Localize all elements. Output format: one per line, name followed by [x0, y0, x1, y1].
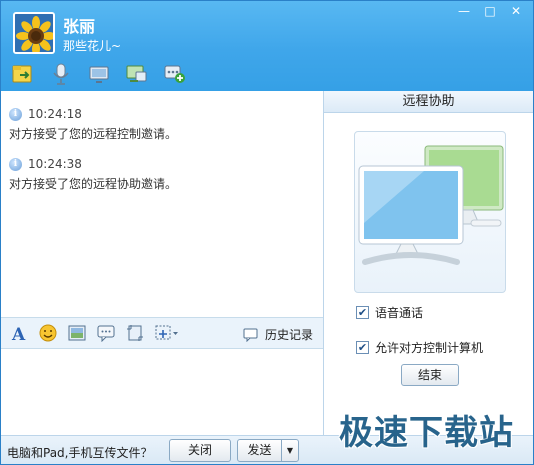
format-toolbar: A 历史记录 — [1, 317, 323, 349]
send-button[interactable]: 发送 — [238, 440, 282, 461]
avatar[interactable] — [13, 12, 55, 54]
info-icon: i — [9, 107, 22, 121]
message-item: i 10:24:38 对方接受了您的远程协助邀请。 — [9, 157, 177, 192]
window-controls: — □ ✕ — [453, 3, 527, 19]
contact-signature: 那些花儿~ — [63, 39, 122, 53]
more-apps-icon[interactable] — [163, 63, 187, 85]
remote-desktop-icon[interactable] — [125, 63, 149, 85]
message-text: 对方接受了您的远程控制邀请。 — [9, 127, 178, 141]
remote-computers-illustration — [354, 131, 506, 293]
voice-call-label: 语音通话 — [375, 306, 424, 320]
file-transfer-promo-link[interactable]: 电脑和Pad,手机互传文件？ — [7, 444, 152, 461]
message-history[interactable]: i 10:24:18 对方接受了您的远程控制邀请。 i 10:24:38 对方接… — [1, 91, 323, 317]
voice-call-check-icon: ✔ — [356, 306, 369, 319]
allow-control-label: 允许对方控制计算机 — [375, 341, 484, 355]
format-icons: A — [9, 323, 180, 343]
font-icon[interactable]: A — [9, 323, 29, 343]
history-label: 历史记录 — [264, 328, 313, 342]
chat-toolbar — [11, 63, 187, 85]
chat-bubble-icon[interactable] — [96, 323, 116, 343]
end-remote-button[interactable]: 结束 — [401, 364, 459, 386]
message-item: i 10:24:18 对方接受了您的远程控制邀请。 — [9, 107, 177, 142]
history-icon — [243, 328, 258, 342]
chat-window: 张丽 那些花儿~ — □ ✕ i 10:24:18 对方接受了您的远程控制邀请。… — [0, 0, 534, 465]
voice-call-checkbox[interactable]: ✔ 语音通话 — [356, 304, 423, 321]
watermark: 极速下载站 — [339, 413, 514, 453]
info-icon: i — [9, 157, 22, 171]
voice-call-icon[interactable] — [49, 63, 73, 85]
image-icon[interactable] — [67, 323, 87, 343]
video-call-icon[interactable] — [87, 63, 111, 85]
close-button[interactable]: 关闭 — [169, 439, 231, 462]
screen-capture-menu-icon[interactable] — [154, 323, 180, 343]
allow-control-check-icon: ✔ — [356, 341, 369, 354]
screenshot-icon[interactable] — [125, 323, 145, 343]
close-window-button[interactable]: ✕ — [505, 3, 527, 19]
send-options-dropdown[interactable]: ▼ — [282, 440, 298, 461]
file-transfer-icon[interactable] — [11, 63, 35, 85]
history-button[interactable]: 历史记录 — [243, 326, 313, 343]
sunflower-avatar-image — [15, 14, 53, 52]
emoji-icon[interactable] — [38, 323, 58, 343]
allow-control-checkbox[interactable]: ✔ 允许对方控制计算机 — [356, 339, 483, 356]
maximize-button[interactable]: □ — [479, 3, 501, 19]
message-time: 10:24:18 — [28, 107, 82, 121]
svg-text:A: A — [11, 325, 26, 342]
remote-assist-panel: 远程协助 ✔ 语音通话 ✔ 允许对方控制计算机 结束 — [323, 91, 533, 435]
send-button-group: 发送 ▼ — [237, 439, 299, 462]
contact-name: 张丽 — [63, 17, 96, 36]
header: 张丽 那些花儿~ — □ ✕ — [1, 1, 533, 91]
message-time: 10:24:38 — [28, 157, 82, 171]
message-timestamp: i 10:24:18 — [9, 107, 177, 121]
remote-assist-title: 远程协助 — [324, 91, 533, 113]
message-timestamp: i 10:24:38 — [9, 157, 177, 171]
message-text: 对方接受了您的远程协助邀请。 — [9, 177, 178, 191]
message-input[interactable] — [1, 349, 323, 435]
minimize-button[interactable]: — — [453, 3, 475, 19]
